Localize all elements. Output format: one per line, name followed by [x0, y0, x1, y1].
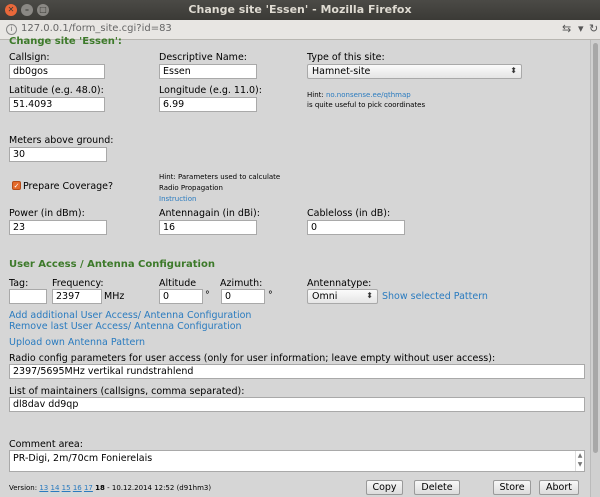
select-arrow-icon: ⬍: [366, 291, 373, 300]
version-link[interactable]: 14: [51, 484, 60, 492]
reload-icon[interactable]: ↻: [589, 22, 598, 35]
version-link[interactable]: 15: [62, 484, 71, 492]
antennagain-label: Antennagain (in dBi):: [159, 208, 260, 219]
altitude-unit: °: [205, 290, 210, 301]
copy-button[interactable]: Copy: [366, 480, 403, 495]
meters-above-ground-input[interactable]: 30: [9, 147, 107, 162]
page-scrollbar[interactable]: [590, 40, 600, 497]
tag-label: Tag:: [9, 278, 29, 289]
longitude-label: Longitude (e.g. 11.0):: [159, 85, 262, 96]
longitude-input[interactable]: 6.99: [159, 97, 257, 112]
latitude-input[interactable]: 51.4093: [9, 97, 105, 112]
azimuth-unit: °: [268, 290, 273, 301]
azimuth-label: Azimuth:: [220, 278, 263, 289]
window-titlebar: ✕ – □ Change site 'Essen' - Mozilla Fire…: [0, 0, 600, 20]
antennagain-input[interactable]: 16: [159, 220, 257, 235]
coordinates-hint-prefix: Hint:: [307, 91, 324, 99]
coordinates-hint-suffix: is quite useful to pick coordinates: [307, 101, 426, 109]
latitude-label: Latitude (e.g. 48.0):: [9, 85, 104, 96]
qthmap-link[interactable]: no.nonsense.ee/qthmap: [326, 91, 411, 99]
antennatype-select[interactable]: Omni ⬍: [307, 289, 378, 304]
site-type-select[interactable]: Hamnet-site ⬍: [307, 64, 522, 79]
cableloss-input[interactable]: 0: [307, 220, 405, 235]
coverage-hint-line1: Hint: Parameters used to calculate: [159, 173, 281, 181]
frequency-unit: MHz: [104, 291, 125, 302]
tag-input[interactable]: [9, 289, 47, 304]
maintainers-input[interactable]: dl8dav dd9qp: [9, 397, 585, 412]
power-label: Power (in dBm):: [9, 208, 85, 219]
coverage-hint: Hint: Parameters used to calculate Radio…: [159, 172, 280, 205]
window-title: Change site 'Essen' - Mozilla Firefox: [188, 3, 412, 16]
coverage-hint-line2: Radio Propagation: [159, 184, 223, 192]
user-access-heading: User Access / Antenna Configuration: [9, 259, 215, 270]
delete-button[interactable]: Delete: [414, 480, 460, 495]
radio-config-label: Radio config parameters for user access …: [9, 353, 496, 364]
altitude-label: Altitude: [159, 278, 197, 289]
version-line: Version: 13 14 15 16 17 18 - 10.12.2014 …: [9, 484, 211, 492]
instruction-link[interactable]: Instruction: [159, 195, 196, 203]
abort-button[interactable]: Abort: [539, 480, 579, 495]
comment-text: PR-Digi, 2m/70cm Fonierelais: [13, 453, 153, 464]
scrollbar-thumb[interactable]: [593, 43, 598, 453]
url-text[interactable]: 127.0.0.1/form_site.cgi?id=83: [21, 23, 172, 34]
version-link[interactable]: 13: [39, 484, 48, 492]
store-button[interactable]: Store: [493, 480, 531, 495]
remove-user-access-link[interactable]: Remove last User Access/ Antenna Configu…: [9, 321, 242, 332]
section-title: Change site 'Essen':: [9, 36, 122, 47]
radio-config-input[interactable]: 2397/5695MHz vertikal rundstrahlend: [9, 364, 585, 379]
altitude-input[interactable]: 0: [159, 289, 203, 304]
current-version: 18: [95, 484, 105, 492]
page-content: Change site 'Essen': Callsign: db0gos De…: [0, 36, 590, 497]
azimuth-input[interactable]: 0: [221, 289, 265, 304]
version-link[interactable]: 17: [84, 484, 93, 492]
version-info: - 10.12.2014 12:52 (d91hm3): [107, 484, 212, 492]
meters-above-ground-label: Meters above ground:: [9, 135, 114, 146]
antennatype-label: Antennatype:: [307, 278, 372, 289]
power-input[interactable]: 23: [9, 220, 107, 235]
maintainers-label: List of maintainers (callsigns, comma se…: [9, 386, 245, 397]
version-link[interactable]: 16: [73, 484, 82, 492]
site-type-value: Hamnet-site: [312, 66, 371, 77]
prepare-coverage-checkbox[interactable]: ✓: [12, 181, 21, 190]
coordinates-hint: Hint: no.nonsense.ee/qthmap is quite use…: [307, 90, 425, 110]
show-pattern-link[interactable]: Show selected Pattern: [382, 291, 488, 302]
frequency-label: Frequency:: [52, 278, 104, 289]
upload-antenna-link[interactable]: Upload own Antenna Pattern: [9, 337, 145, 348]
comment-label: Comment area:: [9, 439, 83, 450]
site-type-label: Type of this site:: [307, 52, 385, 63]
frequency-input[interactable]: 2397: [52, 289, 102, 304]
reader-view-icon[interactable]: ⇆: [562, 22, 571, 35]
footer: Version: 13 14 15 16 17 18 - 10.12.2014 …: [0, 478, 590, 497]
callsign-label: Callsign:: [9, 52, 50, 63]
site-info-icon[interactable]: i: [6, 24, 17, 35]
version-prefix: Version:: [9, 484, 38, 492]
callsign-input[interactable]: db0gos: [9, 64, 105, 79]
textarea-scrollbar[interactable]: ▲ ▼: [575, 451, 584, 471]
add-user-access-link[interactable]: Add additional User Access/ Antenna Conf…: [9, 310, 251, 321]
descriptive-name-label: Descriptive Name:: [159, 52, 247, 63]
antennatype-value: Omni: [312, 291, 338, 302]
descriptive-name-input[interactable]: Essen: [159, 64, 257, 79]
prepare-coverage-label: Prepare Coverage?: [23, 181, 114, 192]
cableloss-label: Cableloss (in dB):: [307, 208, 391, 219]
dropdown-arrow-icon[interactable]: ▾: [578, 22, 584, 35]
comment-textarea[interactable]: PR-Digi, 2m/70cm Fonierelais ▲ ▼: [9, 450, 585, 472]
select-arrow-icon: ⬍: [510, 66, 517, 75]
